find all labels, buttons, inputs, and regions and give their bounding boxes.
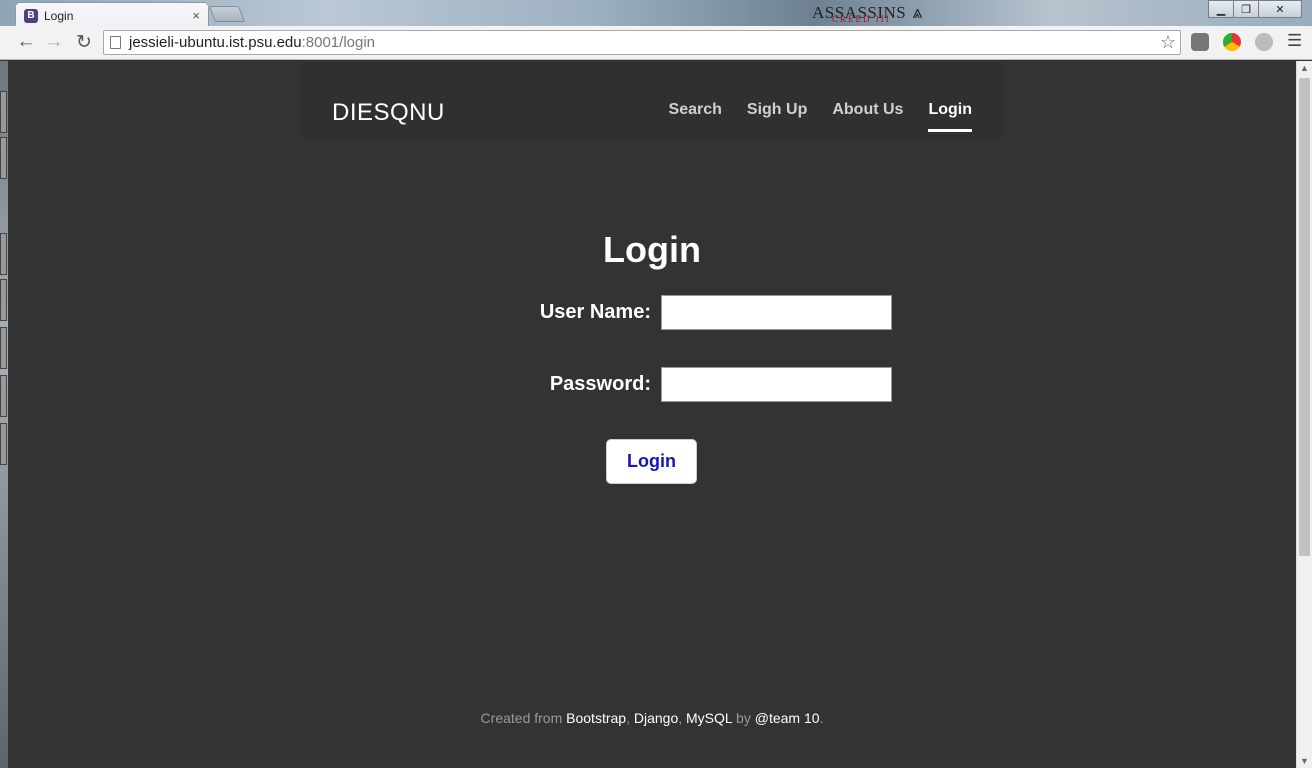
footer-prefix: Created from (480, 710, 567, 726)
footer-link-django[interactable]: Django (634, 710, 678, 726)
username-row: User Name: (8, 295, 1296, 330)
browser-toolbar: ← → ↻ jessieli-ubuntu.ist.psu.edu:8001/l… (0, 26, 1312, 60)
footer-by: by (732, 710, 755, 726)
footer-link-team[interactable]: @team 10 (755, 710, 820, 726)
url-path: :8001/login (301, 34, 376, 51)
username-label: User Name: (539, 301, 651, 323)
password-input[interactable] (661, 367, 892, 402)
site-brand[interactable]: DIESQNU (332, 99, 445, 127)
login-button[interactable]: Login (606, 439, 697, 484)
nav-sign-up[interactable]: Sigh Up (747, 101, 807, 132)
new-tab-button[interactable] (209, 6, 245, 22)
window-titlebar: B Login × ASSASSINS ⩓ CREED III ▁ ❐ ✕ (0, 0, 1312, 28)
nav-about-us[interactable]: About Us (832, 101, 903, 132)
nav-login[interactable]: Login (928, 101, 972, 132)
page-icon (110, 36, 121, 49)
username-input[interactable] (661, 295, 892, 330)
sync-extension-icon[interactable] (1255, 33, 1273, 51)
page-viewport: DIESQNU Search Sigh Up About Us Login Lo… (8, 61, 1296, 768)
window-controls: ▁ ❐ ✕ (1208, 0, 1302, 18)
page-title: Login (603, 229, 701, 270)
nav-search[interactable]: Search (669, 101, 722, 132)
evernote-extension-icon[interactable] (1191, 33, 1209, 51)
back-arrow-icon[interactable]: ← (14, 31, 38, 53)
footer-separator: , (626, 710, 634, 726)
theme-logo: ASSASSINS ⩓ CREED III (812, 2, 923, 24)
address-bar[interactable]: jessieli-ubuntu.ist.psu.edu:8001/login ☆ (103, 30, 1181, 55)
close-window-icon[interactable]: ✕ (1258, 0, 1302, 18)
main-nav: Search Sigh Up About Us Login (644, 101, 972, 132)
password-row: Password: (8, 367, 1296, 402)
restore-icon[interactable]: ❐ (1233, 0, 1259, 18)
footer-link-mysql[interactable]: MySQL (686, 710, 732, 726)
scroll-thumb[interactable] (1299, 78, 1310, 556)
bookmark-star-icon[interactable]: ☆ (1160, 32, 1176, 53)
menu-icon[interactable]: ☰ (1287, 31, 1302, 51)
footer-link-bootstrap[interactable]: Bootstrap (566, 710, 626, 726)
url-host: jessieli-ubuntu.ist.psu.edu (129, 34, 302, 51)
footer-separator: , (678, 710, 687, 726)
bootstrap-favicon-icon: B (24, 8, 38, 23)
forward-arrow-icon[interactable]: → (42, 31, 66, 53)
footer: Created from Bootstrap, Django, MySQL by… (8, 710, 1296, 726)
minimize-icon[interactable]: ▁ (1208, 0, 1234, 18)
vertical-scrollbar[interactable]: ▲ ▼ (1296, 61, 1312, 768)
chrome-extension-icon[interactable] (1223, 33, 1241, 51)
scroll-down-icon[interactable]: ▼ (1300, 756, 1309, 766)
tab-close-icon[interactable]: × (192, 8, 200, 23)
password-label: Password: (549, 373, 651, 395)
theme-logo-subtext: CREED III (832, 14, 891, 24)
footer-end: . (819, 710, 824, 726)
desktop-edge (0, 61, 8, 768)
scroll-up-icon[interactable]: ▲ (1300, 63, 1309, 73)
site-header: DIESQNU Search Sigh Up About Us Login (302, 61, 1002, 141)
assassin-insignia-icon: ⩓ (912, 2, 923, 22)
reload-icon[interactable]: ↻ (72, 31, 96, 54)
browser-tab[interactable]: B Login × (15, 2, 209, 28)
tab-title: Login (44, 8, 74, 23)
